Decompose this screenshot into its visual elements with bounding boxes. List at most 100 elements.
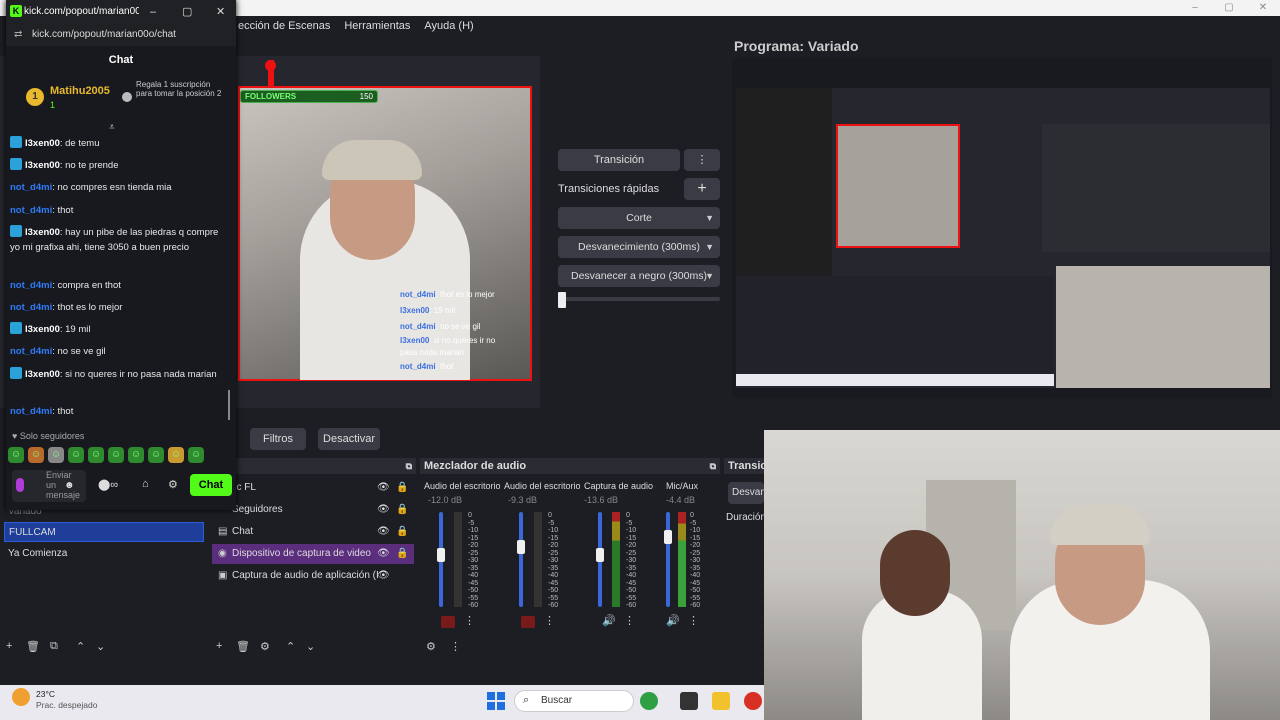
channel-menu-icon[interactable]: ⋮ [464,614,475,627]
eye-icon[interactable]: 👁 [377,544,390,564]
tbar-track[interactable] [558,297,720,301]
minimize-icon[interactable]: – [150,0,156,24]
close-button[interactable]: ✕ [1246,0,1280,16]
pinned-collapse-icon[interactable]: ⩡ [109,122,115,133]
chat-settings-icon[interactable]: ⚙ [168,478,178,491]
kick-url-bar[interactable]: ⇄ kick.com/popout/marian00o/chat [6,24,236,46]
undock-icon[interactable]: ⧉ [406,458,412,474]
site-info-icon[interactable]: ⇄ [14,24,22,46]
emote-icon[interactable]: ☺ [148,447,164,463]
filters-button[interactable]: Filtros [250,428,306,450]
speaker-icon[interactable]: 🔊 [666,614,680,627]
move-up-icon[interactable]: ⌃ [286,640,295,653]
lock-icon[interactable]: 🔒 [396,478,408,498]
add-source-icon[interactable]: + [216,640,222,652]
lock-icon[interactable]: 🔒 [396,522,408,542]
muted-speaker-icon[interactable] [441,616,455,628]
move-down-icon[interactable]: ⌄ [306,640,315,653]
eye-icon[interactable]: 👁 [377,500,390,520]
remove-scene-icon[interactable]: 🗑 [26,640,40,653]
menu-tools[interactable]: Herramientas [344,16,410,36]
chat-scrollbar[interactable] [228,390,230,420]
file-explorer-icon[interactable] [712,692,730,710]
emote-icon[interactable]: ☺ [108,447,124,463]
source-item[interactable]: ▣ Captura de audio de aplicación (I 👁 [212,566,414,586]
channel-menu-icon[interactable]: ⋮ [688,614,699,627]
menu-scene-collection[interactable]: ección de Escenas [238,16,330,36]
maximize-button[interactable]: ▢ [1212,0,1246,16]
weather-description[interactable]: Prac. despejado [36,700,97,711]
move-up-icon[interactable]: ⌃ [76,640,85,653]
volume-fader-knob[interactable] [596,548,604,563]
channel-menu-icon[interactable]: ⋮ [624,614,635,627]
lock-icon[interactable]: 🔒 [396,500,408,520]
eye-icon[interactable]: 👁 [377,566,390,586]
undock-icon[interactable]: ⧉ [710,458,716,474]
send-chat-button[interactable]: Chat [190,474,232,496]
advanced-audio-icon[interactable]: ⚙ [426,640,436,653]
emote-icon[interactable]: ☺ [48,447,64,463]
gift-prompt[interactable]: Regala 1 suscripción para tomar la posic… [136,80,224,98]
menu-help[interactable]: Ayuda (H) [424,16,473,36]
shared-chat-icon[interactable]: ⬤∞ [98,478,118,491]
store-icon[interactable]: ⌂ [142,478,149,490]
widgets-app-icon[interactable] [640,692,658,710]
source-item[interactable]: Seguidores 👁 🔒 [212,500,414,520]
move-down-icon[interactable]: ⌄ [96,640,105,653]
volume-fader-track[interactable] [666,512,670,607]
minimize-button[interactable]: – [1178,0,1212,16]
source-settings-icon[interactable]: ⚙ [260,640,270,653]
chevron-down-icon[interactable]: ▼ [705,207,714,229]
mixer-menu-icon[interactable]: ⋮ [450,640,461,653]
maximize-icon[interactable]: ▢ [182,0,192,24]
weather-sun-icon[interactable] [12,688,30,706]
transition-select[interactable]: Desvan [728,482,766,504]
emote-icon[interactable]: ☺ [188,447,204,463]
remove-source-icon[interactable]: 🗑 [236,640,250,653]
scene-item-ya-comienza[interactable]: Ya Comienza [4,544,204,564]
source-item[interactable]: ▤ Chat 👁 🔒 [212,522,414,542]
emote-icon[interactable]: ☺ [168,447,184,463]
windows-start-icon[interactable] [487,692,505,710]
source-item[interactable]: lic FL 👁 🔒 [212,478,414,498]
chat-message-input[interactable]: Enviar un mensaje ☻ [12,470,86,502]
rotation-handle-dot[interactable] [265,60,276,71]
quick-transition-fade-black[interactable]: Desvanecer a negro (300ms) ▼ [558,265,720,287]
transition-button[interactable]: Transición [558,149,680,171]
chevron-down-icon[interactable]: ▼ [705,265,714,287]
emoji-picker-icon[interactable]: ☻ [64,480,75,491]
speaker-icon[interactable]: 🔊 [602,614,616,627]
chevron-down-icon[interactable]: ▼ [705,236,714,258]
taskbar-search-box[interactable]: ⌕ Buscar [514,690,634,712]
volume-fader-track[interactable] [519,512,523,607]
eye-icon[interactable]: 👁 [377,522,390,542]
scene-filters-icon[interactable]: ⧉ [50,640,58,653]
tbar-slider-handle[interactable] [558,292,566,308]
emote-icon[interactable]: ☺ [8,447,24,463]
leaderboard-user[interactable]: Matihu2005 [50,84,110,98]
emote-icon[interactable]: ☺ [28,447,44,463]
transition-menu-icon[interactable]: ⋮ [684,149,720,171]
close-icon[interactable]: ✕ [216,0,225,24]
lock-icon[interactable]: 🔒 [396,544,408,564]
quick-transition-cut[interactable]: Corte ▼ [558,207,720,229]
source-item-selected[interactable]: ◉ Dispositivo de captura de video 👁 🔒 [212,544,414,564]
weather-temperature[interactable]: 23°C [36,689,55,700]
emote-icon[interactable]: ☺ [68,447,84,463]
mic-icon[interactable] [16,478,24,492]
emote-icon[interactable]: ☺ [128,447,144,463]
volume-fader-knob[interactable] [664,529,672,544]
emote-icon[interactable]: ☺ [88,447,104,463]
volume-fader-knob[interactable] [437,548,445,563]
chrome-icon[interactable] [744,692,762,710]
channel-menu-icon[interactable]: ⋮ [544,614,555,627]
muted-speaker-icon[interactable] [521,616,535,628]
add-scene-icon[interactable]: + [6,640,12,652]
volume-fader-knob[interactable] [517,540,525,555]
scene-item-fullcam[interactable]: FULLCAM [4,522,204,542]
add-quick-transition-button[interactable]: + [684,178,720,200]
quick-transition-fade[interactable]: Desvanecimiento (300ms) ▼ [558,236,720,258]
deactivate-button[interactable]: Desactivar [318,428,380,450]
eye-icon[interactable]: 👁 [377,478,390,498]
task-view-icon[interactable] [680,692,698,710]
